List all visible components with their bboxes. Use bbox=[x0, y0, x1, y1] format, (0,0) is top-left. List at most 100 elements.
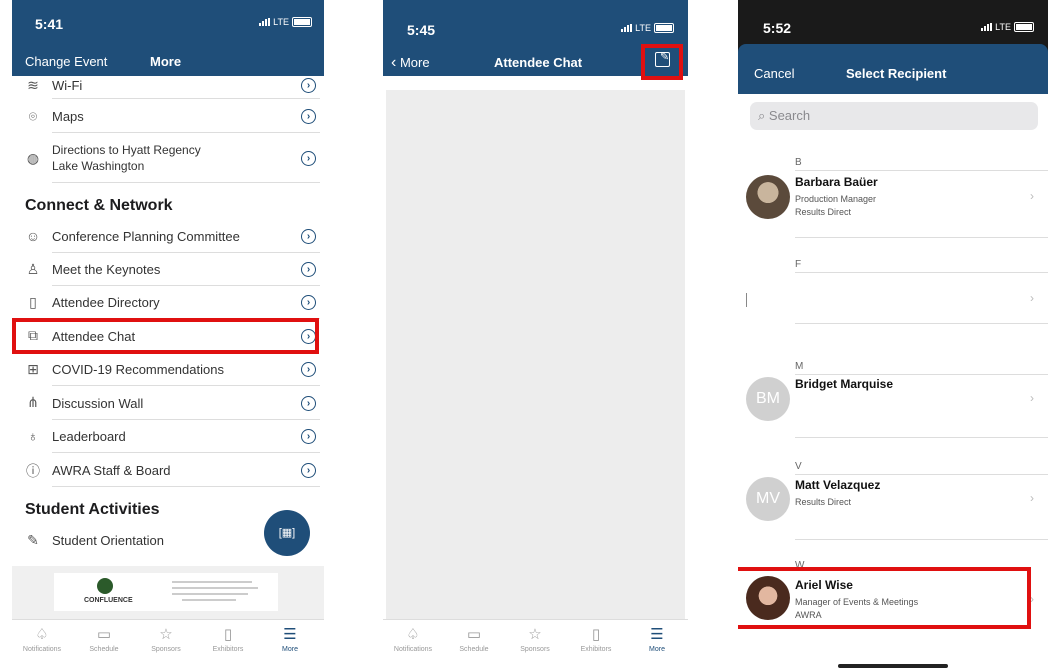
battery-icon bbox=[1014, 22, 1034, 32]
list-item-planning-committee[interactable]: ☺ Conference Planning Committee › bbox=[12, 220, 324, 253]
list-item-wifi[interactable]: ≋ Wi-Fi › bbox=[12, 76, 324, 99]
tab-notifications[interactable]: ♤ Notifications bbox=[383, 626, 443, 653]
highlight-compose bbox=[641, 44, 683, 80]
star-icon: ☆ bbox=[159, 626, 173, 643]
chevron-left-icon: ‹ bbox=[391, 54, 397, 71]
cancel-button[interactable]: Cancel bbox=[754, 66, 794, 81]
chevron-right-icon: › bbox=[301, 295, 316, 310]
qr-scan-icon: [▦] bbox=[278, 527, 296, 539]
calendar-icon: ▭ bbox=[466, 626, 482, 643]
bell-icon: ♤ bbox=[406, 626, 420, 643]
status-bar: 5:45 LTE bbox=[383, 0, 688, 38]
tab-bar: ♤ Notifications ▭ Schedule ☆ Sponsors ▯ Exhi… bbox=[383, 619, 688, 672]
section-letter-v: V bbox=[795, 461, 802, 472]
signal-icon bbox=[621, 24, 633, 32]
contact-row-barbara[interactable]: Barbara Baüer Production Manager Results… bbox=[738, 171, 1048, 237]
signal-icon bbox=[259, 18, 271, 26]
tab-sponsors[interactable]: ☆ Sponsors bbox=[505, 626, 565, 653]
search-icon: ⌕ bbox=[758, 108, 766, 123]
status-time: 5:41 bbox=[35, 16, 64, 32]
avatar bbox=[746, 175, 790, 219]
section-letter-b: B bbox=[795, 157, 802, 168]
tab-more[interactable]: ☰ More bbox=[627, 626, 687, 653]
contact-row-bridget[interactable]: BM Bridget Marquise › bbox=[738, 375, 1048, 437]
list-item-maps[interactable]: ⌾ Maps › bbox=[12, 99, 324, 133]
contact-row-matt[interactable]: MV Matt Velazquez Results Direct › bbox=[738, 475, 1048, 539]
chevron-right-icon: › bbox=[301, 362, 316, 377]
globe-icon: ◍ bbox=[26, 150, 40, 166]
section-letter-f: F bbox=[795, 259, 802, 270]
confluence-logo-icon bbox=[97, 578, 113, 594]
menu-icon: ☰ bbox=[283, 626, 297, 643]
bell-icon: ♤ bbox=[35, 626, 49, 643]
page-title: Attendee Chat bbox=[494, 55, 583, 70]
menu-icon: ☰ bbox=[650, 626, 664, 643]
list-item-directions[interactable]: ◍ Directions to Hyatt Regency Lake Washi… bbox=[12, 133, 324, 183]
medal-icon: ♁ bbox=[27, 428, 39, 444]
info-icon: ⓘ bbox=[26, 463, 40, 479]
map-pin-icon: ⌾ bbox=[28, 108, 38, 124]
tab-schedule[interactable]: ▭ Schedule bbox=[444, 626, 504, 653]
banner-brand: CONFLUENCE bbox=[84, 597, 133, 604]
list-item-keynotes[interactable]: ♙ Meet the Keynotes › bbox=[12, 253, 324, 286]
nav-bar: Cancel Select Recipient bbox=[738, 44, 1048, 94]
medical-kit-icon: ⊞ bbox=[27, 361, 39, 377]
list-item-discussion-wall[interactable]: ⋔ Discussion Wall › bbox=[12, 386, 324, 420]
list-item-leaderboard[interactable]: ♁ Leaderboard › bbox=[12, 420, 324, 453]
chevron-right-icon: › bbox=[1030, 491, 1034, 505]
chevron-right-icon: › bbox=[301, 396, 316, 411]
pencil-icon: ✎ bbox=[27, 532, 39, 548]
document-icon: ▯ bbox=[223, 626, 233, 643]
attendee-chat-screen: 5:45 LTE ‹ More Attendee Chat ✎ ♤ Notific… bbox=[383, 0, 688, 672]
chevron-right-icon: › bbox=[301, 229, 316, 244]
list-item-attendee-directory[interactable]: ▯ Attendee Directory › bbox=[12, 286, 324, 319]
highlight-ariel-wise bbox=[738, 567, 1031, 629]
avatar: BM bbox=[746, 377, 790, 421]
star-icon: ☆ bbox=[528, 626, 542, 643]
tab-sponsors[interactable]: ☆ Sponsors bbox=[136, 626, 196, 653]
chevron-right-icon: › bbox=[301, 463, 316, 478]
highlight-attendee-chat bbox=[12, 318, 319, 354]
section-letter-m: M bbox=[795, 361, 804, 372]
search-input[interactable]: ⌕ Search bbox=[750, 102, 1038, 130]
signal-icon bbox=[981, 23, 993, 31]
tab-notifications[interactable]: ♤ Notifications bbox=[12, 626, 72, 653]
sponsor-banner[interactable]: CONFLUENCE bbox=[12, 566, 324, 620]
status-bar: 5:52 LTE bbox=[738, 0, 1048, 36]
back-button[interactable]: ‹ More bbox=[391, 54, 430, 72]
carrier-label: LTE bbox=[273, 17, 289, 27]
document-icon: ▯ bbox=[591, 626, 601, 643]
change-event-button[interactable]: Change Event bbox=[25, 54, 107, 69]
page-title: More bbox=[150, 54, 182, 69]
chevron-right-icon: › bbox=[1030, 391, 1034, 405]
battery-icon bbox=[654, 23, 674, 33]
list-item-staff-board[interactable]: ⓘ AWRA Staff & Board › bbox=[12, 453, 324, 487]
tab-exhibitors[interactable]: ▯ Exhibitors bbox=[198, 626, 258, 653]
wifi-icon: ≋ bbox=[27, 77, 39, 93]
battery-icon bbox=[292, 17, 312, 27]
section-heading-connect: Connect & Network bbox=[25, 197, 173, 214]
tab-bar: ♤ Notifications ▭ Schedule ☆ Sponsors ▯ Exhi… bbox=[12, 619, 324, 672]
tab-schedule[interactable]: ▭ Schedule bbox=[74, 626, 134, 653]
contact-row-f[interactable]: › bbox=[738, 273, 1048, 323]
tab-exhibitors[interactable]: ▯ Exhibitors bbox=[566, 626, 626, 653]
list-item-covid[interactable]: ⊞ COVID-19 Recommendations › bbox=[12, 353, 324, 386]
page-title: Select Recipient bbox=[846, 66, 947, 81]
section-heading-student: Student Activities bbox=[25, 501, 160, 518]
calendar-icon: ▭ bbox=[96, 626, 112, 643]
qr-scan-button[interactable]: [▦] bbox=[264, 510, 310, 556]
status-bar: 5:41 LTE bbox=[12, 0, 324, 36]
more-screen: 5:41 LTE Change Event More ≋ Wi-Fi › ⌾ M… bbox=[12, 0, 324, 672]
tab-more[interactable]: ☰ More bbox=[260, 626, 320, 653]
nav-bar: 5:41 LTE Change Event More bbox=[12, 0, 324, 76]
home-indicator bbox=[838, 664, 948, 668]
speaker-icon: ♙ bbox=[26, 261, 40, 277]
people-icon: ☺ bbox=[25, 228, 41, 244]
status-time: 5:52 bbox=[763, 20, 792, 36]
chevron-right-icon: › bbox=[301, 262, 316, 277]
chevron-right-icon: › bbox=[1030, 291, 1034, 305]
book-icon: ▯ bbox=[29, 294, 37, 310]
carrier-label: LTE bbox=[995, 22, 1011, 32]
carrier-label: LTE bbox=[635, 23, 651, 33]
avatar: MV bbox=[746, 477, 790, 521]
